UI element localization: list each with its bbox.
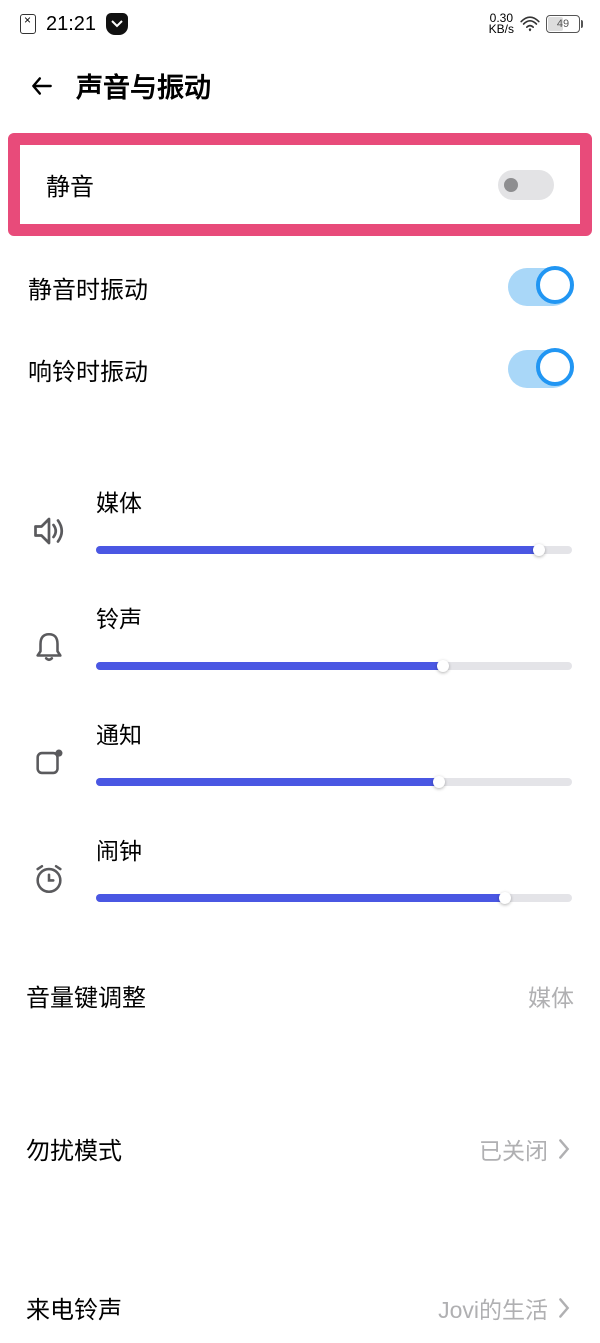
dnd-row[interactable]: 勿扰模式 已关闭: [0, 1113, 600, 1184]
silent-label: 静音: [46, 167, 94, 202]
volume-sliders: 媒体 铃声 通知: [0, 460, 600, 954]
media-slider-row: 媒体: [0, 470, 600, 586]
page-title: 声音与振动: [76, 66, 211, 105]
battery-icon: 49: [546, 15, 580, 33]
incoming-value: Jovi的生活: [438, 1291, 548, 1325]
notification-slider-row: 通知: [0, 702, 600, 818]
back-button[interactable]: [28, 72, 56, 100]
network-speed: 0.30 KB/s: [489, 13, 514, 35]
notification-slider[interactable]: [96, 778, 572, 786]
vibration-toggles: 静音时振动 响铃时振动: [0, 246, 600, 460]
sim-icon: [20, 14, 36, 34]
ringtone-slider-row: 铃声: [0, 586, 600, 702]
media-slider[interactable]: [96, 546, 572, 554]
vibrate-ring-toggle[interactable]: [508, 350, 572, 388]
vibrate-silent-row[interactable]: 静音时振动: [0, 246, 600, 328]
dnd-value: 已关闭: [479, 1132, 548, 1166]
ringtone-slider[interactable]: [96, 662, 572, 670]
alarm-slider[interactable]: [96, 894, 572, 902]
volume-key-row[interactable]: 音量键调整 媒体: [0, 960, 600, 1031]
status-bar: 21:21 0.30 KB/s 49: [0, 0, 600, 48]
dnd-label: 勿扰模式: [26, 1131, 122, 1166]
notification-label: 通知: [96, 716, 572, 750]
volume-key-label: 音量键调整: [26, 978, 146, 1013]
silent-toggle[interactable]: [498, 170, 554, 200]
page-header: 声音与振动: [0, 48, 600, 133]
ringtone-label: 铃声: [96, 600, 572, 634]
vibrate-ring-row[interactable]: 响铃时振动: [0, 328, 600, 410]
alarm-icon: [28, 858, 70, 900]
silent-row[interactable]: 静音: [20, 145, 580, 224]
alarm-label: 闹钟: [96, 832, 572, 866]
volume-key-value: 媒体: [528, 979, 574, 1013]
bell-icon: [28, 626, 70, 668]
vibrate-ring-label: 响铃时振动: [28, 352, 148, 387]
alarm-slider-row: 闹钟: [0, 818, 600, 934]
chevron-right-icon: [554, 1139, 574, 1159]
vibrate-silent-toggle[interactable]: [508, 268, 572, 306]
pocket-icon: [106, 13, 128, 35]
incoming-label: 来电铃声: [26, 1290, 122, 1325]
highlight-annotation: 静音: [8, 133, 592, 236]
status-right: 0.30 KB/s 49: [489, 13, 580, 35]
chevron-right-icon: [554, 1298, 574, 1318]
speaker-icon: [28, 510, 70, 552]
status-left: 21:21: [20, 13, 128, 36]
vibrate-silent-label: 静音时振动: [28, 270, 148, 305]
media-label: 媒体: [96, 484, 572, 518]
incoming-ringtone-row[interactable]: 来电铃声 Jovi的生活: [0, 1272, 600, 1343]
status-time: 21:21: [46, 13, 96, 36]
notification-icon: [28, 742, 70, 784]
wifi-icon: [520, 16, 540, 32]
